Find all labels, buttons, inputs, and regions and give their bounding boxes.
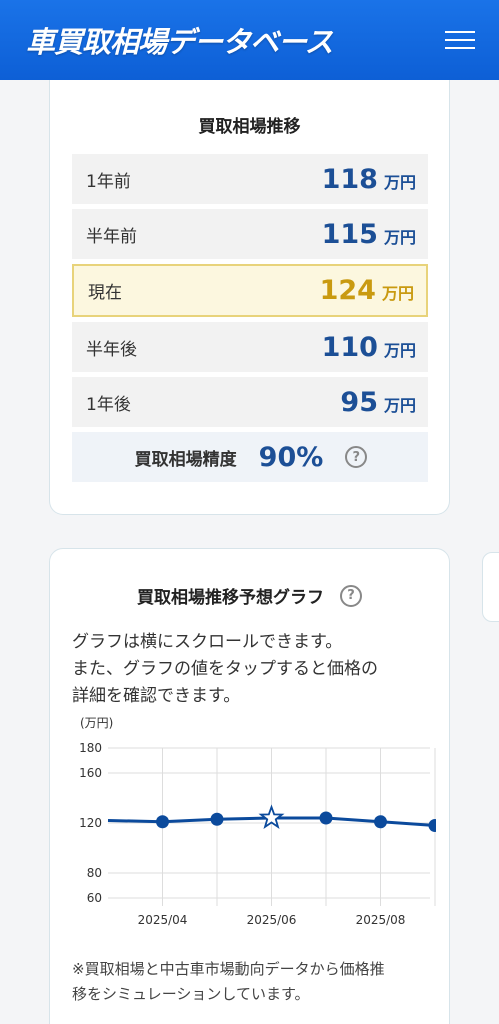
desc-line: 詳細を確認できます。 (72, 686, 241, 706)
x-tick-label: 2025/04 (138, 913, 188, 927)
trend-row-label: 現在 (88, 283, 122, 303)
trend-row-price: 115 万円 (322, 219, 416, 250)
price-unit: 万円 (383, 227, 416, 247)
graph-title: 買取相場推移予想グラフ (137, 588, 324, 608)
trend-row-price: 95 万円 (340, 387, 416, 418)
trend-row-price: 124 万円 (320, 275, 414, 306)
hamburger-line (445, 47, 475, 49)
accuracy-label: 買取相場精度 (134, 449, 237, 470)
accuracy-value: 90% (258, 441, 324, 473)
y-tick-label: 80 (87, 866, 102, 880)
trend-row-price: 110 万円 (322, 332, 416, 363)
y-tick-label: 180 (79, 741, 102, 755)
trend-row-half-yr-ago: 半年前 115 万円 (72, 209, 428, 259)
trend-row-label: 1年後 (86, 394, 131, 415)
price-graph-card: 買取相場推移予想グラフ ? グラフは横にスクロールできます。 また、グラフの値を… (49, 548, 450, 1024)
trend-row-half-yr-later: 半年後 110 万円 (72, 322, 428, 372)
trend-row-current: 現在 124 万円 (72, 264, 428, 317)
app-header: 車買取相場データベース (0, 0, 499, 80)
y-tick-label: 160 (79, 766, 102, 780)
price-trend-title: 買取相場推移 (198, 117, 301, 137)
desc-line: グラフは横にスクロールできます。 (72, 632, 343, 652)
trend-row-1yr-later: 1年後 95 万円 (72, 377, 428, 427)
trend-row-price: 118 万円 (322, 164, 416, 195)
trend-row-label: 1年前 (86, 171, 131, 192)
hamburger-icon[interactable] (445, 31, 475, 49)
graph-title-row: 買取相場推移予想グラフ ? (50, 583, 449, 608)
y-tick-label: 120 (79, 816, 102, 830)
y-tick-label: 60 (87, 891, 102, 905)
price-value: 118 (321, 163, 378, 195)
trend-row-label: 半年前 (86, 226, 137, 247)
price-unit: 万円 (383, 340, 416, 360)
graph-description: グラフは横にスクロールできます。 また、グラフの値をタップすると価格の 詳細を確… (72, 629, 432, 710)
price-trend-chart[interactable]: (万円) 60 80 120 160 180 2025/04 2025/06 2025/08 (64, 715, 436, 941)
price-trend-card: 買取相場推移 1年前 118 万円 半年前 115 万円 現在 124 万円 半… (49, 72, 450, 515)
price-value: 95 (340, 386, 378, 418)
price-unit: 万円 (383, 395, 416, 415)
desc-line: また、グラフの値をタップすると価格の (72, 659, 378, 679)
price-unit: 万円 (381, 284, 414, 303)
data-point[interactable] (374, 815, 387, 829)
hamburger-line (445, 39, 475, 41)
data-point[interactable] (319, 811, 333, 825)
price-value: 124 (319, 275, 376, 306)
hamburger-line (445, 31, 475, 33)
data-point[interactable] (156, 815, 169, 829)
data-point[interactable] (210, 812, 224, 826)
question-circle-icon[interactable]: ? (340, 584, 362, 607)
note-line: ※買取相場と中古車市場動向データから価格推 (72, 960, 385, 978)
trend-row-1yr-ago: 1年前 118 万円 (72, 154, 428, 204)
price-value: 110 (321, 331, 378, 363)
trend-row-label: 半年後 (86, 339, 137, 360)
price-value: 115 (321, 218, 378, 250)
price-unit: 万円 (383, 172, 416, 192)
graph-footnote: ※買取相場と中古車市場動向データから価格推 移をシミュレーションしています。 (72, 957, 432, 1007)
note-line: 移をシミュレーションしています。 (72, 985, 310, 1003)
data-point[interactable] (428, 819, 437, 832)
question-circle-icon[interactable]: ? (345, 446, 368, 468)
side-tab[interactable] (482, 552, 499, 622)
x-tick-label: 2025/08 (356, 913, 406, 927)
x-tick-label: 2025/06 (247, 913, 297, 927)
y-axis-unit: (万円) (80, 716, 113, 730)
site-logo[interactable]: 車買取相場データベース (26, 19, 334, 61)
accuracy-row: 買取相場精度 90% ? (72, 432, 428, 482)
